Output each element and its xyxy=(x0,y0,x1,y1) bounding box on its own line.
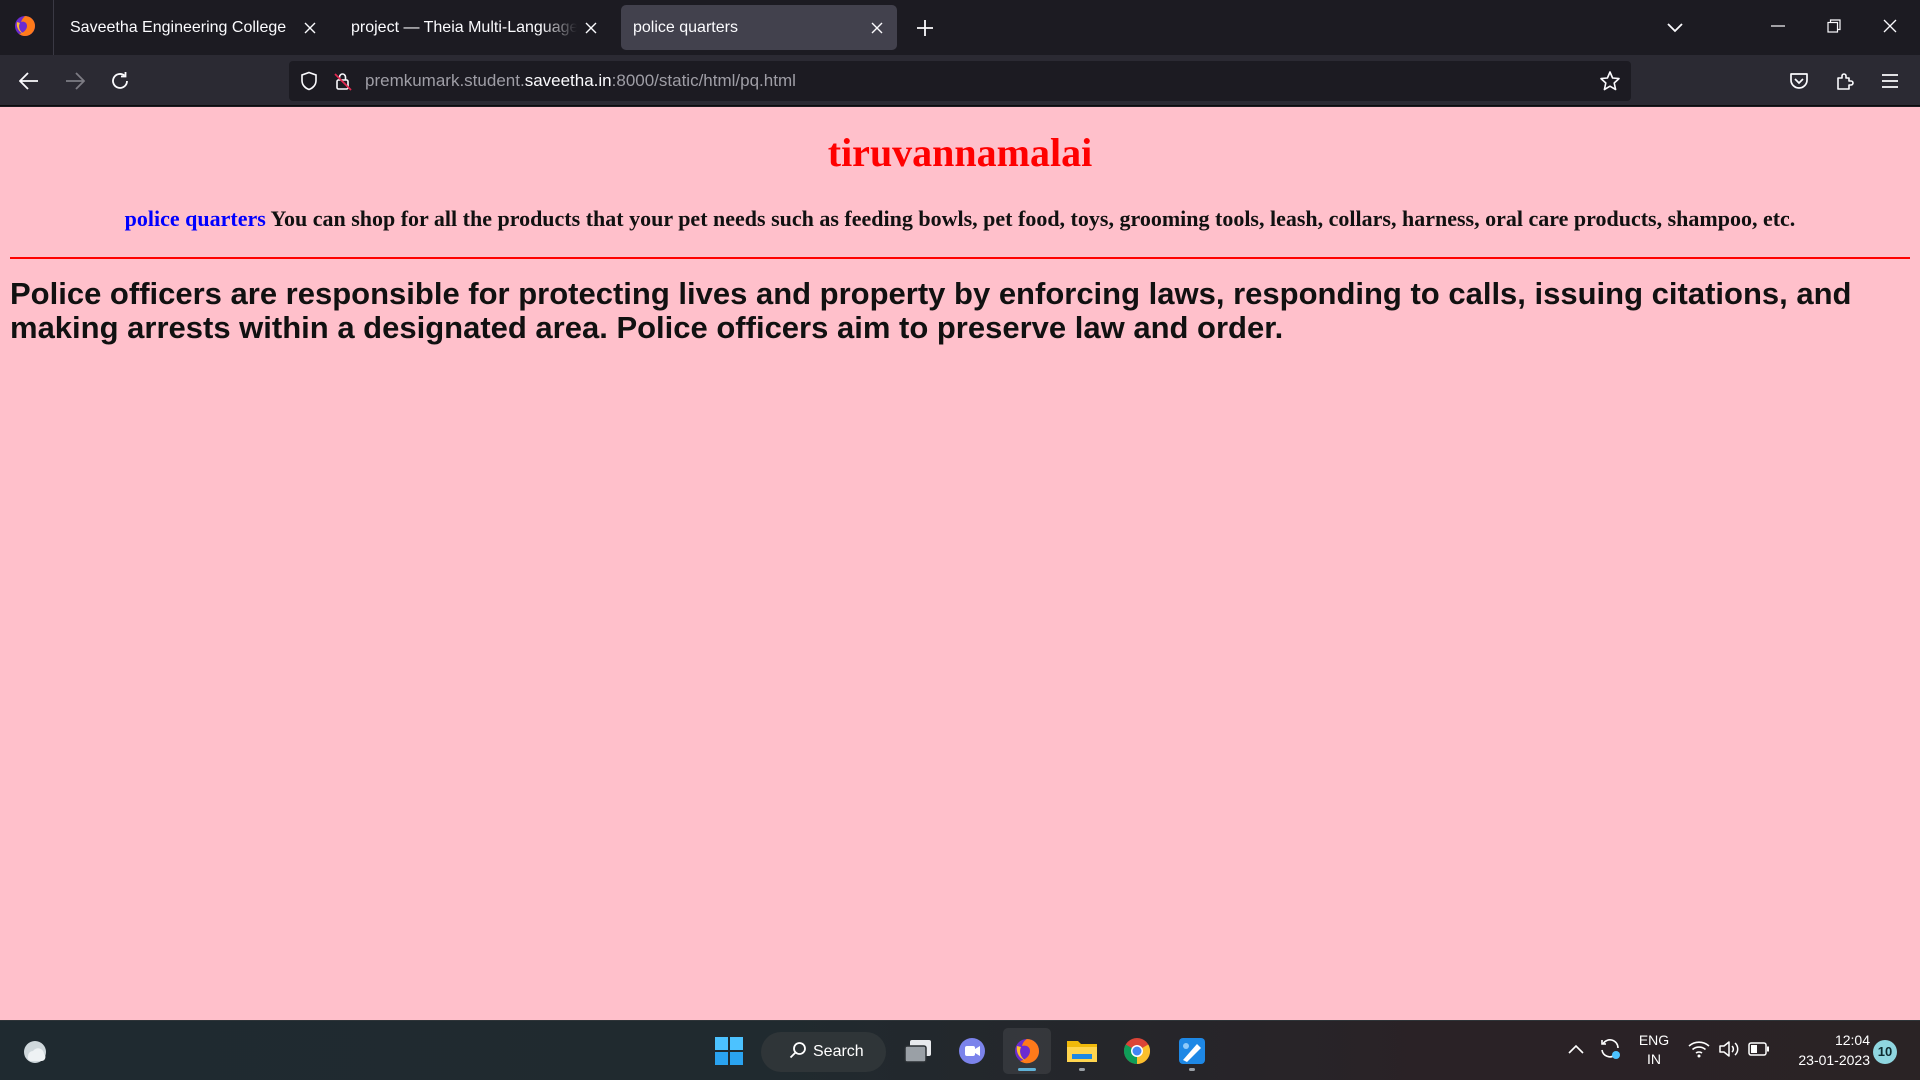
weather-widget-icon[interactable] xyxy=(20,1037,50,1067)
minimize-window-icon[interactable] xyxy=(1758,8,1798,44)
running-indicator xyxy=(1189,1068,1195,1071)
paint-app-icon[interactable] xyxy=(1168,1028,1216,1074)
file-explorer-icon[interactable] xyxy=(1058,1028,1106,1074)
address-bar[interactable]: premkumark.student.saveetha.in:8000/stat… xyxy=(289,61,1631,101)
tab-close-icon[interactable] xyxy=(577,14,605,42)
tabstrip-divider xyxy=(53,0,54,55)
insecure-lock-icon[interactable] xyxy=(333,71,353,96)
firefox-logo-icon[interactable] xyxy=(13,14,37,38)
search-icon xyxy=(789,1041,807,1064)
tab-saveetha[interactable]: Saveetha Engineering College xyxy=(58,5,330,50)
search-label: Search xyxy=(813,1043,864,1060)
horizontal-rule xyxy=(10,257,1910,259)
teams-chat-icon[interactable] xyxy=(948,1028,996,1074)
system-clock[interactable]: 12:04 23-01-2023 xyxy=(1786,1030,1870,1070)
region-code: IN xyxy=(1647,1051,1661,1067)
chrome-icon[interactable] xyxy=(1113,1028,1161,1074)
task-view-icon[interactable] xyxy=(894,1028,942,1074)
new-tab-plus-icon[interactable] xyxy=(910,13,940,43)
url-text[interactable]: premkumark.student.saveetha.in:8000/stat… xyxy=(365,61,796,101)
hamburger-menu-icon[interactable] xyxy=(1874,65,1906,97)
wifi-icon[interactable] xyxy=(1688,1040,1710,1063)
battery-icon[interactable] xyxy=(1748,1042,1770,1061)
windows-taskbar: Search ENG IN 12:04 23-01-2023 10 xyxy=(0,1020,1920,1080)
navigation-toolbar: premkumark.student.saveetha.in:8000/stat… xyxy=(0,55,1920,106)
url-prefix: premkumark.student. xyxy=(365,71,525,90)
tab-label: Saveetha Engineering College xyxy=(70,18,287,36)
tracking-protection-shield-icon[interactable] xyxy=(299,71,319,96)
notification-count-badge[interactable]: 10 xyxy=(1873,1040,1897,1064)
extensions-puzzle-icon[interactable] xyxy=(1829,65,1861,97)
tab-close-icon[interactable] xyxy=(296,14,324,42)
tab-label: police quarters xyxy=(633,18,738,36)
tab-theia-project[interactable]: project — Theia Multi-Language Ex xyxy=(339,5,611,50)
show-hidden-icons-chevron-up-icon[interactable] xyxy=(1568,1041,1584,1059)
running-indicator xyxy=(1018,1068,1036,1071)
tab-list-chevron-down-icon[interactable] xyxy=(1660,13,1690,43)
tab-close-icon[interactable] xyxy=(863,14,891,42)
onedrive-sync-icon[interactable] xyxy=(1598,1037,1622,1066)
url-host: saveetha.in xyxy=(524,71,612,90)
police-quarters-label: police quarters xyxy=(124,206,266,231)
tab-strip: Saveetha Engineering College project — T… xyxy=(0,0,1920,55)
tab-label: project — Theia Multi-Language Ex xyxy=(351,18,577,36)
back-arrow-icon[interactable] xyxy=(13,65,45,97)
firefox-taskbar-icon[interactable] xyxy=(1003,1028,1051,1074)
tab-police-quarters-active[interactable]: police quarters xyxy=(621,5,897,50)
bookmark-star-icon[interactable] xyxy=(1599,70,1621,97)
clock-time: 12:04 xyxy=(1834,1032,1870,1048)
page-title: tiruvannamalai xyxy=(827,130,1093,175)
forward-arrow-icon[interactable] xyxy=(59,65,91,97)
page-body-text: Police officers are responsible for prot… xyxy=(10,276,1852,345)
subheading-text: You can shop for all the products that y… xyxy=(265,206,1796,231)
input-language-indicator[interactable]: ENG IN xyxy=(1636,1031,1672,1069)
page-subheading: police quarters You can shop for all the… xyxy=(0,206,1920,232)
clock-date: 23-01-2023 xyxy=(1798,1052,1870,1068)
url-suffix: :8000/static/html/pq.html xyxy=(611,71,796,90)
restore-window-icon[interactable] xyxy=(1814,8,1854,44)
close-window-icon[interactable] xyxy=(1870,8,1910,44)
pocket-icon[interactable] xyxy=(1783,65,1815,97)
web-page-content: tiruvannamalai police quarters You can s… xyxy=(0,107,1920,1020)
windows-start-icon[interactable] xyxy=(705,1028,753,1074)
language-code: ENG xyxy=(1638,1032,1670,1048)
volume-speaker-icon[interactable] xyxy=(1718,1040,1740,1063)
taskbar-search-button[interactable]: Search xyxy=(761,1032,886,1072)
running-indicator xyxy=(1079,1068,1085,1071)
reload-icon[interactable] xyxy=(104,65,136,97)
